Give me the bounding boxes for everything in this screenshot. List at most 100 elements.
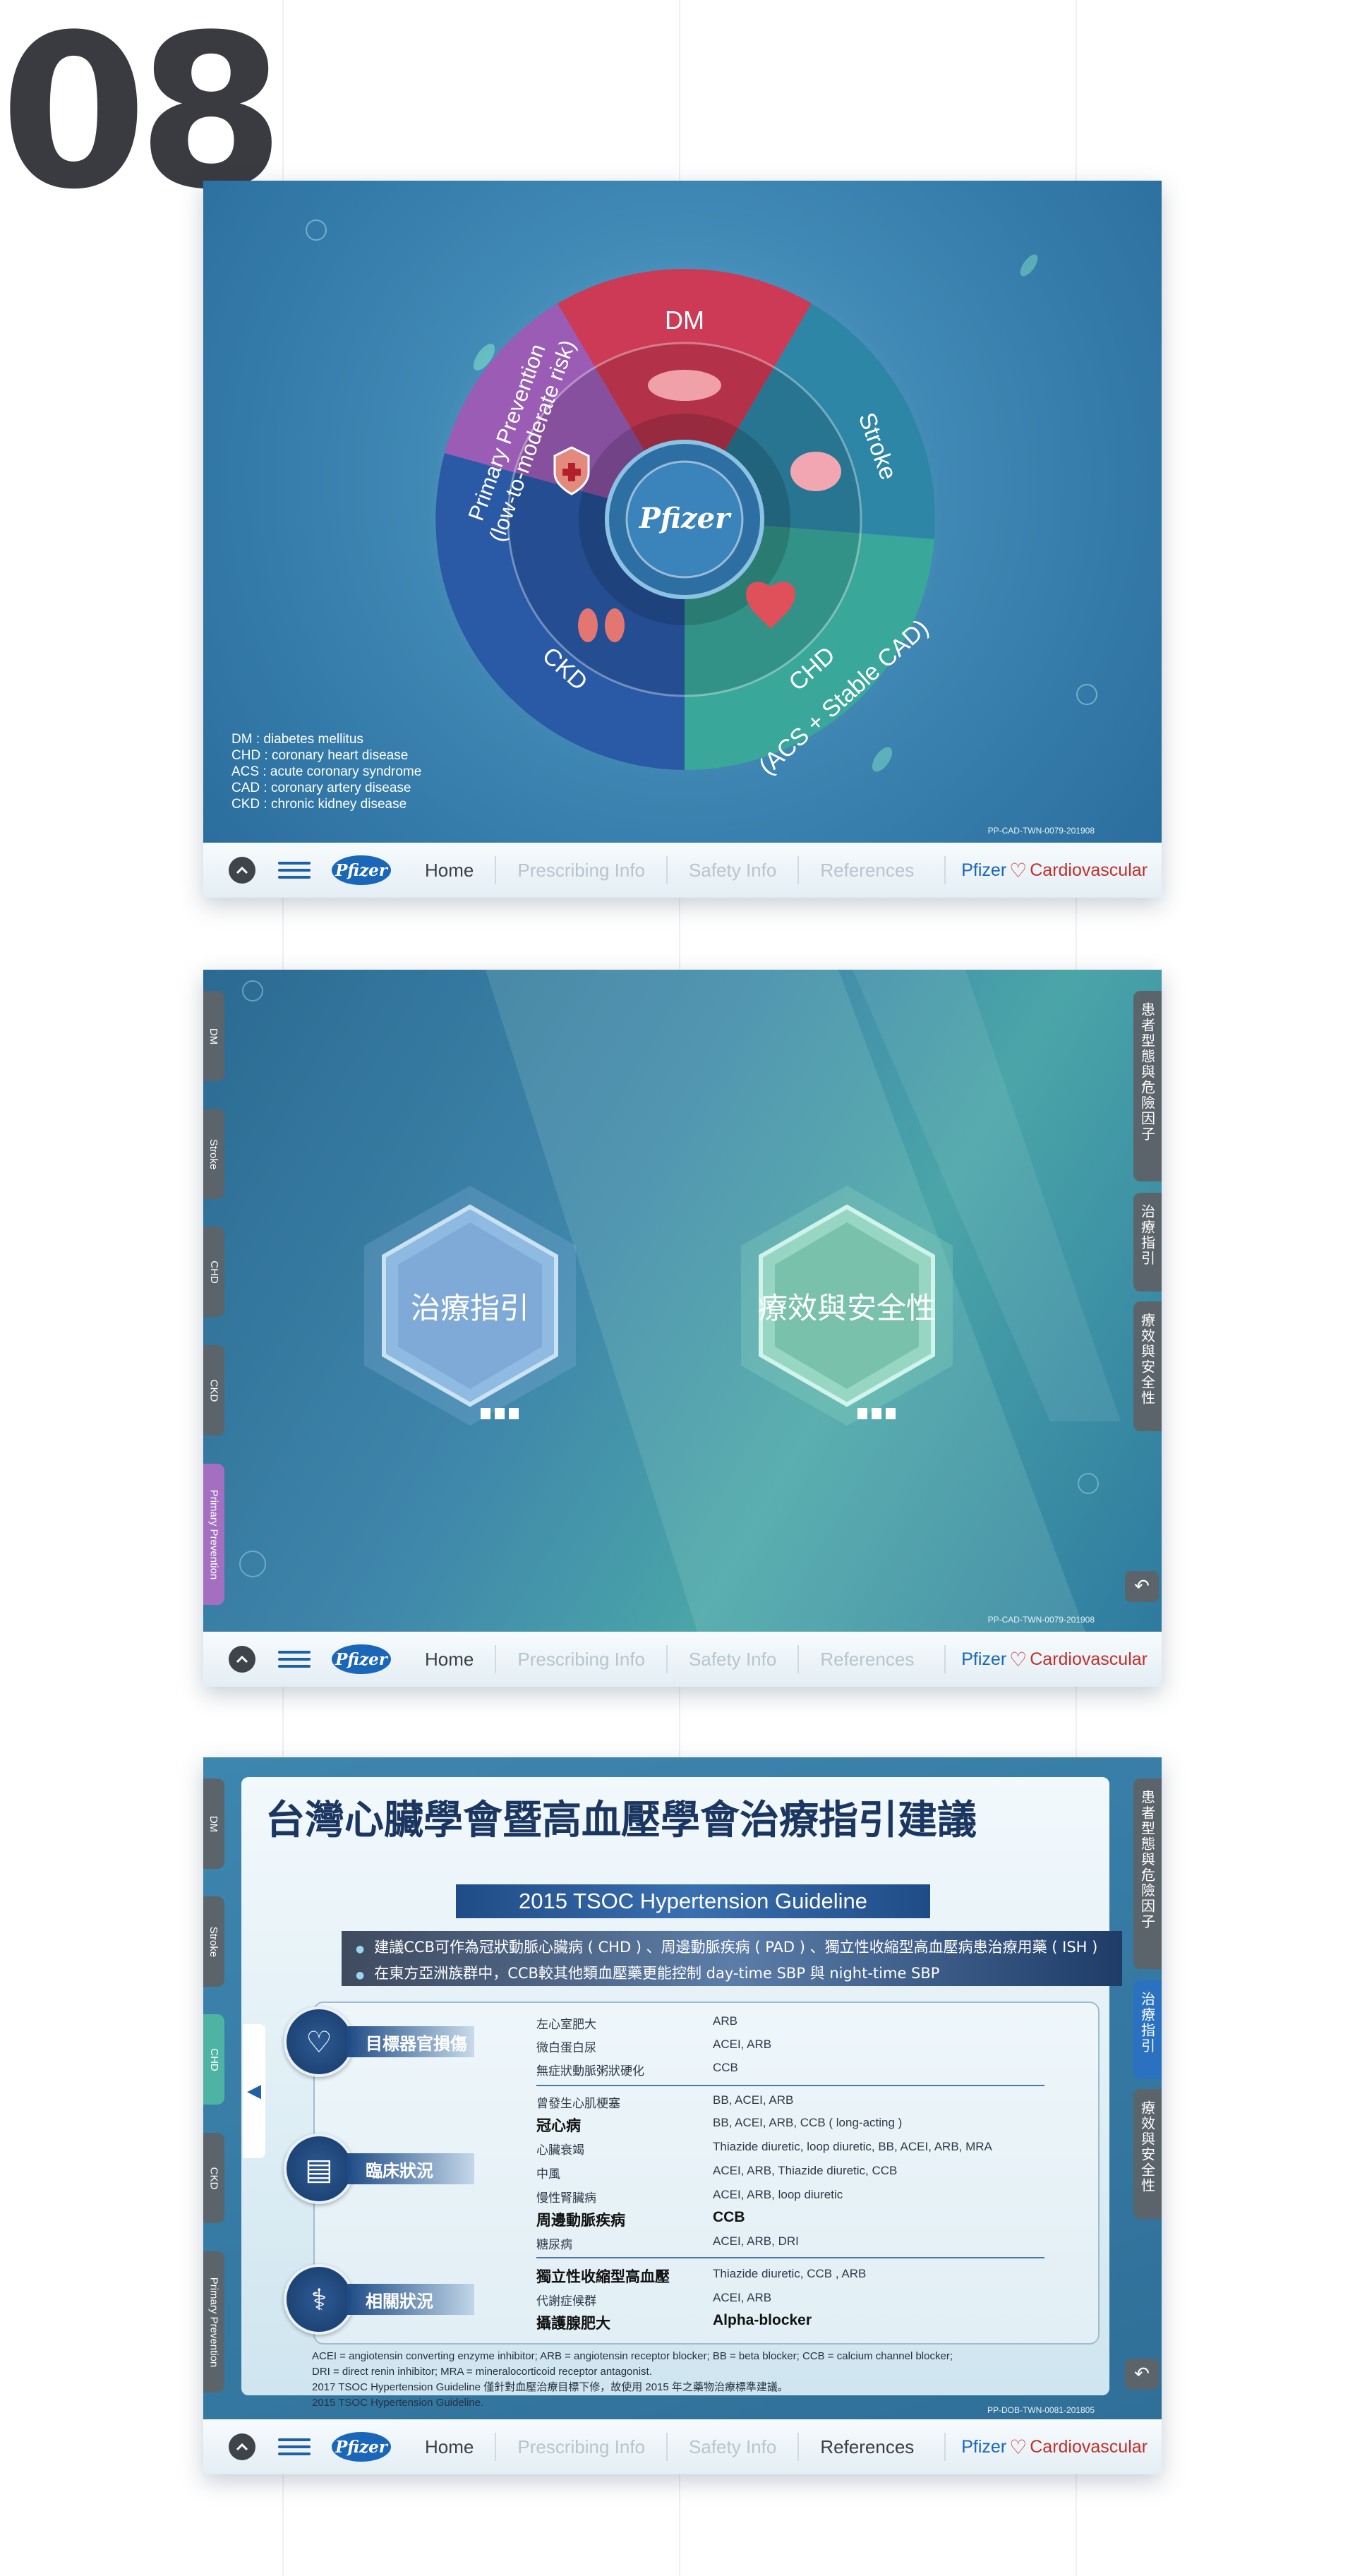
pfizer-logo[interactable]: Pfizer xyxy=(332,2432,391,2462)
condition-cell: 獨立性收縮型高血壓 xyxy=(536,2269,670,2285)
key-points: 建議CCB可作為冠狀動脈心臟病 ( CHD ) 、周邊動脈疾病 ( PAD ) … xyxy=(342,1931,1122,1986)
category-organ-damage: ♡ 目標器官損傷 xyxy=(284,2006,474,2077)
nav-safety-info[interactable]: Safety Info xyxy=(666,2433,797,2461)
guideline-panel: 台灣心臟學會暨高血壓學會治療指引建議 2015 TSOC Hypertensio… xyxy=(241,1777,1122,2409)
chevron-up-icon[interactable] xyxy=(229,2433,255,2460)
kidney-icon xyxy=(605,608,625,642)
brain-icon xyxy=(790,452,841,491)
tab-chd[interactable]: CHD xyxy=(203,2014,224,2105)
guideline-subtitle: 2015 TSOC Hypertension Guideline xyxy=(456,1884,930,1918)
condition-cell: 左心室肥大 xyxy=(536,2018,596,2031)
footnote-line: ACEI = angiotensin converting enzyme inh… xyxy=(312,2350,953,2362)
divider xyxy=(536,2257,1044,2258)
heart-icon: ♡ xyxy=(1009,2436,1028,2458)
menu-icon[interactable] xyxy=(278,862,311,879)
tab-patient-profile[interactable]: 患者型態與危險因子 xyxy=(1133,991,1162,1181)
chevron-up-icon[interactable] xyxy=(229,1646,255,1673)
drug-cell: BB, ACEI, ARB xyxy=(713,2093,794,2107)
pfizer-logo[interactable]: Pfizer xyxy=(332,855,391,885)
condition-cell: 慢性腎臟病 xyxy=(536,2191,596,2205)
label-dm: DM xyxy=(665,306,704,335)
heart-icon: ♡ xyxy=(1009,859,1028,881)
tab-chd[interactable]: CHD xyxy=(203,1227,224,1317)
document-code: PP-CAD-TWN-0079-201908 xyxy=(987,826,1095,836)
tab-patient-profile[interactable]: 患者型態與危險因子 xyxy=(1133,1778,1162,1969)
category-related: ⚕ 相關狀況 xyxy=(284,2264,474,2335)
brand-cardiovascular: Pfizer ♡ Cardiovascular xyxy=(944,1645,1148,1673)
condition-cell: 心臟衰竭 xyxy=(536,2143,584,2157)
pfizer-logo[interactable]: Pfizer xyxy=(332,1644,391,1674)
pancreas-icon xyxy=(648,370,721,401)
footnote-line: 2015 TSOC Hypertension Guideline. xyxy=(312,2397,484,2409)
clipboard-icon: ▤ xyxy=(284,2133,354,2204)
drug-cell: Thiazide diuretic, CCB , ARB xyxy=(713,2267,867,2280)
screen-guideline: 台灣心臟學會暨高血壓學會治療指引建議 2015 TSOC Hypertensio… xyxy=(203,1757,1162,2474)
legend-line: DM : diabetes mellitus xyxy=(231,732,363,747)
back-icon[interactable]: ↶ xyxy=(1125,2359,1159,2390)
nav-references[interactable]: References xyxy=(797,1645,935,1673)
hex-label: 療效與安全性 xyxy=(757,1290,936,1325)
efficacy-safety-button[interactable]: 療效與安全性 xyxy=(713,1172,981,1440)
condition-cell: 冠心病 xyxy=(536,2118,581,2134)
nav-references[interactable]: References xyxy=(797,2433,935,2461)
document-code: PP-DOB-TWN-0081-201805 xyxy=(987,2405,1095,2415)
legend-line: CHD : coronary heart disease xyxy=(231,748,409,763)
footer-bar: Pfizer Home Prescribing Info Safety Info… xyxy=(203,843,1162,898)
condition-cell: 曾發生心肌梗塞 xyxy=(536,2097,620,2110)
tab-efficacy-safety[interactable]: 療效與安全性 xyxy=(1133,2089,1162,2219)
nav-safety-info[interactable]: Safety Info xyxy=(666,1645,797,1673)
nav-home[interactable]: Home xyxy=(404,2433,495,2461)
condition-cell: 代謝症候群 xyxy=(536,2294,596,2308)
chevron-up-icon[interactable] xyxy=(229,857,255,884)
nav-prescribing-info[interactable]: Prescribing Info xyxy=(495,856,666,884)
footer-bar: Pfizer Home Prescribing Info Safety Info… xyxy=(203,2419,1162,2474)
tab-efficacy-safety[interactable]: 療效與安全性 xyxy=(1133,1301,1162,1431)
brand-cardiovascular: Pfizer ♡ Cardiovascular xyxy=(944,856,1148,884)
nav-safety-info[interactable]: Safety Info xyxy=(666,856,797,884)
tab-ckd[interactable]: CKD xyxy=(203,2133,224,2223)
condition-cell: 微白蛋白尿 xyxy=(536,2041,596,2054)
footnotes: ACEI = angiotensin converting enzyme inh… xyxy=(312,2349,1088,2411)
bullet-item: 建議CCB可作為冠狀動脈心臟病 ( CHD ) 、周邊動脈疾病 ( PAD ) … xyxy=(356,1935,1122,1961)
menu-icon[interactable] xyxy=(278,2438,311,2455)
category-clinical: ▤ 臨床狀況 xyxy=(284,2133,474,2204)
condition-cell: 糖尿病 xyxy=(536,2238,572,2251)
nav-home[interactable]: Home xyxy=(404,1645,495,1673)
treatment-guideline-button[interactable]: 治療指引 xyxy=(336,1172,604,1440)
tab-primary-prevention[interactable]: Primary Prevention xyxy=(203,1464,224,1605)
chevron-left-icon[interactable]: ◀ xyxy=(243,2024,265,2158)
kidney-icon xyxy=(578,608,598,642)
pfizer-logo: Pfizer xyxy=(639,502,732,535)
menu-icon[interactable] xyxy=(278,1651,311,1668)
nav-prescribing-info[interactable]: Prescribing Info xyxy=(495,2433,666,2461)
drug-cell: ACEI, ARB, Thiazide diuretic, CCB xyxy=(713,2164,898,2177)
menu-slide: 治療指引 療效與安全性 DM Stroke CHD CKD Primary Pr… xyxy=(203,970,1162,1632)
tab-treatment-guideline[interactable]: 治療指引 xyxy=(1133,1193,1162,1292)
page-title: 台灣心臟學會暨高血壓學會治療指引建議 xyxy=(265,1798,977,1843)
hex-label: 治療指引 xyxy=(410,1290,529,1325)
legend-line: ACS : acute coronary syndrome xyxy=(231,764,422,779)
pill-bottle-icon: ⚕ xyxy=(284,2264,354,2335)
condition-cell: 無症狀動脈粥狀硬化 xyxy=(536,2064,644,2078)
legend-line: CAD : coronary artery disease xyxy=(231,781,411,795)
guideline-slide: 台灣心臟學會暨高血壓學會治療指引建議 2015 TSOC Hypertensio… xyxy=(203,1757,1162,2419)
legend-line: CKD : chronic kidney disease xyxy=(231,797,407,812)
tab-dm[interactable]: DM xyxy=(203,1778,224,1869)
back-icon[interactable]: ↶ xyxy=(1125,1571,1159,1602)
tab-ckd[interactable]: CKD xyxy=(203,1345,224,1436)
nav-references[interactable]: References xyxy=(797,856,935,884)
screen-menu: 治療指引 療效與安全性 DM Stroke CHD CKD Primary Pr… xyxy=(203,970,1162,1687)
tab-primary-prevention[interactable]: Primary Prevention xyxy=(203,2251,224,2393)
tab-stroke[interactable]: Stroke xyxy=(203,1109,224,1199)
nav-prescribing-info[interactable]: Prescribing Info xyxy=(495,1645,666,1673)
drug-cell: ACEI, ARB, loop diuretic xyxy=(713,2188,843,2201)
bullet-item: 在東方亞洲族群中，CCB較其他類血壓藥更能控制 day-time SBP 與 n… xyxy=(356,1961,1122,1987)
drug-cell: CCB xyxy=(713,2209,745,2225)
drug-cell: ACEI, ARB, DRI xyxy=(713,2234,799,2248)
tab-stroke[interactable]: Stroke xyxy=(203,1896,224,1987)
nav-home[interactable]: Home xyxy=(404,856,495,884)
drug-cell: ACEI, ARB xyxy=(713,2291,772,2304)
wheel-slide: DM Stroke CHD (ACS + Stable CAD) CKD Pri… xyxy=(203,181,1162,843)
tab-dm[interactable]: DM xyxy=(203,991,224,1081)
tab-treatment-guideline[interactable]: 治療指引 xyxy=(1133,1980,1162,2079)
